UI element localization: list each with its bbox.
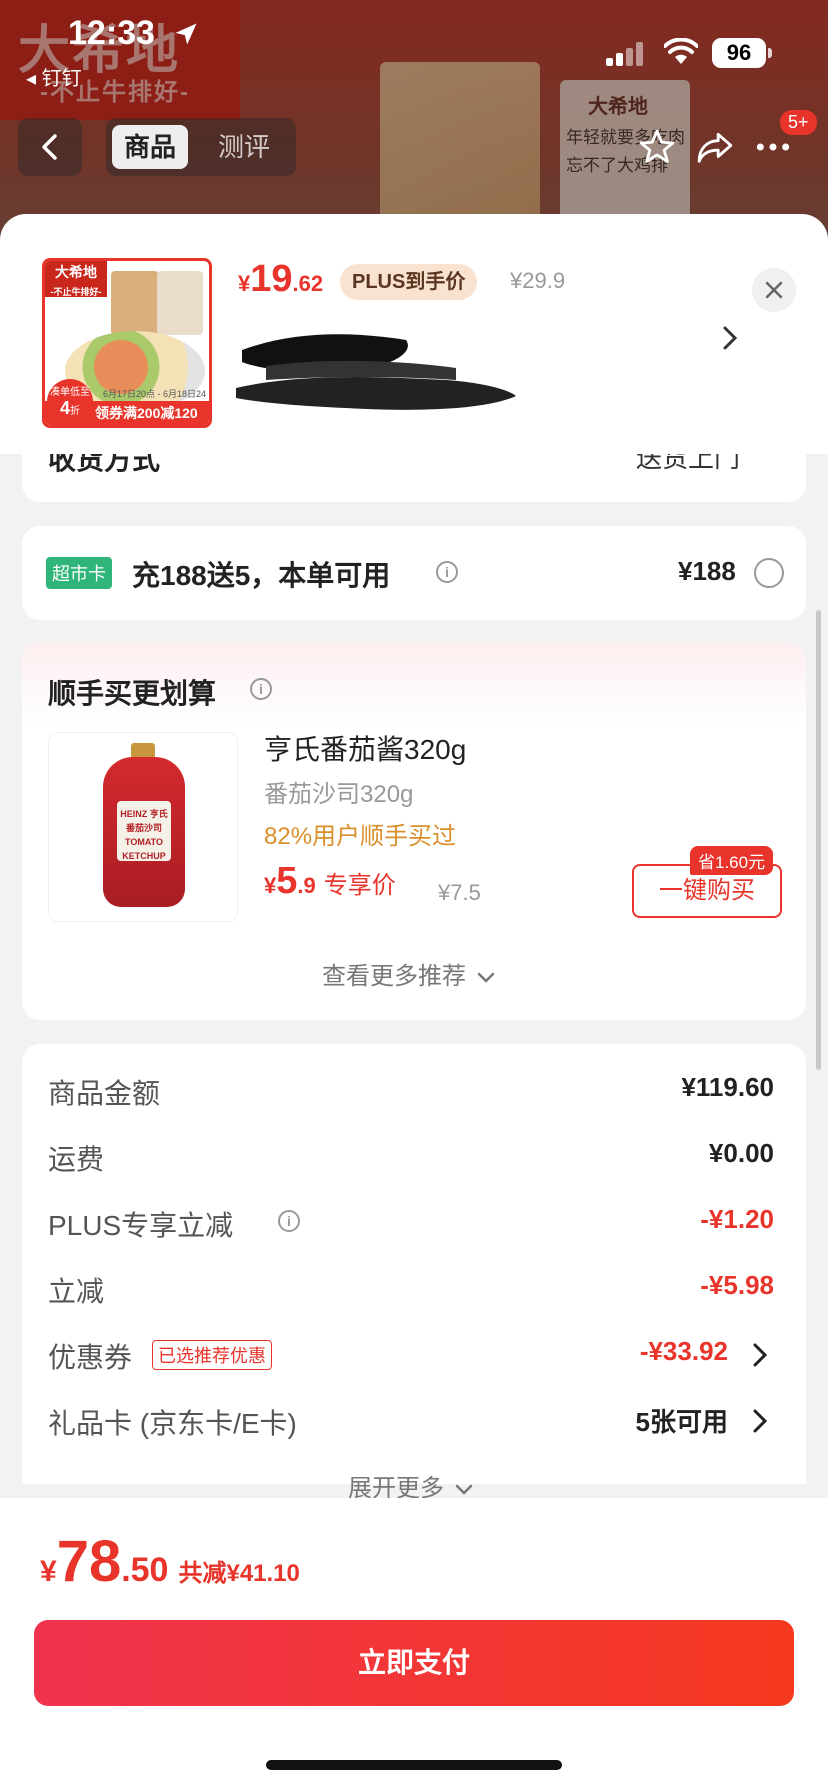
redacted-product-title — [236, 334, 516, 410]
recommendation-buyers: 82%用户顺手买过 — [264, 823, 457, 850]
summary-value: -¥33.92 — [639, 1336, 728, 1366]
star-icon[interactable] — [638, 128, 676, 166]
summary-row-gift-card[interactable]: 礼品卡 (京东卡/E卡) 5张可用 — [48, 1402, 798, 1442]
total-integer: 78 — [56, 1529, 122, 1594]
cellular-signal-icon — [606, 42, 643, 66]
summary-label: PLUS专享立减 — [48, 1210, 234, 1241]
summary-row-instant-discount: 立减 -¥5.98 — [48, 1270, 798, 1310]
recommendation-original-price: ¥7.5 — [438, 880, 481, 905]
recommendation-item-spec: 番茄沙司320g — [264, 781, 414, 808]
tab-review[interactable]: 测评 — [206, 125, 282, 169]
rec-price-decimal: .9 — [297, 873, 316, 898]
chevron-right-icon — [753, 1343, 768, 1367]
tab-product[interactable]: 商品 — [112, 125, 189, 169]
summary-label: 商品金额 — [48, 1078, 161, 1109]
home-indicator — [266, 1760, 562, 1770]
close-button[interactable] — [752, 268, 796, 312]
back-button[interactable] — [18, 118, 82, 176]
summary-row-subtotal: 商品金额 ¥119.60 — [48, 1072, 798, 1112]
supermarket-card-offer[interactable]: 超市卡 充188送5，本单可用 i ¥188 — [22, 526, 806, 620]
rec-price-integer: 5 — [276, 860, 298, 902]
plus-price: ¥19.62 — [238, 258, 323, 301]
total-decimal: .50 — [121, 1551, 169, 1589]
summary-label: 立减 — [48, 1276, 105, 1307]
rec-price-symbol: ¥ — [264, 873, 277, 898]
chevron-right-icon[interactable] — [720, 324, 740, 352]
summary-label: 运费 — [48, 1144, 105, 1175]
plus-price-tag: PLUS到手价 — [340, 264, 478, 300]
summary-label: 优惠券 — [48, 1342, 133, 1373]
product-thumbnail[interactable]: 大希地-不止牛排好- 6月17日20点 - 6月18日24点 领券满200减12… — [42, 258, 212, 428]
info-icon[interactable]: i — [436, 561, 458, 583]
info-icon[interactable]: i — [278, 1210, 300, 1232]
summary-row-plus-discount: PLUS专享立减 i -¥1.20 — [48, 1204, 798, 1244]
bottle-label: HEINZ 亨氏番茄沙司 TOMATO KETCHUP — [117, 801, 171, 861]
add-on-recommendation-card: 顺手买更划算 i HEINZ 亨氏番茄沙司 TOMATO KETCHUP 亨氏番… — [22, 642, 806, 1020]
chevron-right-icon — [753, 1409, 768, 1433]
total-saved: 共减¥41.10 — [178, 1560, 300, 1587]
chevron-down-icon — [455, 1484, 472, 1495]
info-icon[interactable]: i — [250, 678, 272, 700]
thumb-circle-num: 4 — [59, 398, 70, 418]
location-arrow-icon — [175, 23, 197, 45]
see-more-recommendations[interactable]: 查看更多推荐 — [322, 956, 495, 991]
order-total: ¥78.50 共减¥41.10 — [40, 1528, 300, 1595]
thumb-circle-unit: 折 — [70, 406, 80, 417]
thumb-package-2 — [157, 271, 203, 335]
price-decimal: .62 — [292, 271, 324, 296]
save-amount-tag: 省1.60元 — [690, 846, 774, 875]
summary-value: 5张可用 — [635, 1407, 728, 1437]
supermarket-card-price: ¥188 — [678, 556, 736, 586]
close-icon — [765, 281, 783, 299]
original-price: ¥29.9 — [510, 268, 566, 293]
see-more-label: 查看更多推荐 — [322, 963, 466, 990]
status-time: 12:33 — [68, 14, 155, 52]
thumb-brand: 大希地 -不止牛排好- — [45, 261, 107, 297]
supermarket-card-text: 充188送5，本单可用 — [132, 560, 391, 591]
summary-row-shipping: 运费 ¥0.00 — [48, 1138, 798, 1178]
back-to-app-link[interactable]: ◂ 钉钉 — [26, 62, 82, 91]
product-nav-bar: 商品 测评 — [0, 112, 828, 182]
thumb-discount-circle: 凑单低至 4折 — [47, 379, 93, 425]
order-summary-card: 商品金额 ¥119.60 运费 ¥0.00 PLUS专享立减 i -¥1.20 … — [22, 1044, 806, 1502]
checkout-sheet-header: 大希地-不止牛排好- 6月17日20点 - 6月18日24点 领券满200减12… — [0, 214, 828, 454]
price-integer: 19 — [250, 258, 293, 300]
summary-row-coupon[interactable]: 优惠券 已选推荐优惠 -¥33.92 — [48, 1336, 798, 1376]
recommendation-price: ¥5.9 专享价 — [264, 860, 396, 903]
recommendation-item-name[interactable]: 亨氏番茄酱320g — [264, 728, 466, 768]
rec-price-label: 专享价 — [323, 872, 396, 899]
summary-value: ¥119.60 — [681, 1072, 774, 1102]
recommendation-title: 顺手买更划算 — [48, 678, 217, 709]
supermarket-card-radio[interactable] — [754, 558, 784, 588]
message-count-badge: 5+ — [780, 110, 817, 135]
total-symbol: ¥ — [40, 1555, 57, 1588]
recommended-coupon-tag: 已选推荐优惠 — [152, 1340, 272, 1370]
ketchup-product-image[interactable]: HEINZ 亨氏番茄沙司 TOMATO KETCHUP — [48, 732, 238, 922]
share-icon[interactable] — [696, 128, 734, 166]
battery-level: 96 — [712, 38, 766, 68]
chevron-left-icon — [42, 134, 57, 160]
checkout-bottom-bar: ¥78.50 共减¥41.10 立即支付 — [0, 1498, 828, 1792]
thumb-brand-sub: -不止牛排好- — [50, 287, 102, 297]
summary-value: -¥5.98 — [700, 1270, 774, 1300]
wifi-icon — [664, 38, 698, 64]
summary-value: -¥1.20 — [700, 1204, 774, 1234]
product-tabs: 商品 测评 — [106, 118, 296, 176]
ketchup-bottle: HEINZ 亨氏番茄沙司 TOMATO KETCHUP — [103, 757, 185, 907]
chevron-down-icon — [477, 972, 494, 983]
status-bar: 12:33 ◂ 钉钉 96 — [0, 0, 828, 90]
thumb-brand-name: 大希地 — [55, 264, 97, 280]
supermarket-card-badge: 超市卡 — [46, 557, 112, 589]
thumb-circle-top: 凑单低至 — [50, 387, 90, 398]
summary-value: ¥0.00 — [708, 1138, 774, 1168]
thumb-package — [111, 271, 159, 335]
pay-now-button[interactable]: 立即支付 — [34, 1620, 794, 1706]
summary-label: 礼品卡 (京东卡/E卡) — [48, 1408, 297, 1439]
scrollbar[interactable] — [816, 610, 821, 1070]
battery-tip — [768, 48, 772, 58]
price-symbol: ¥ — [238, 271, 251, 296]
